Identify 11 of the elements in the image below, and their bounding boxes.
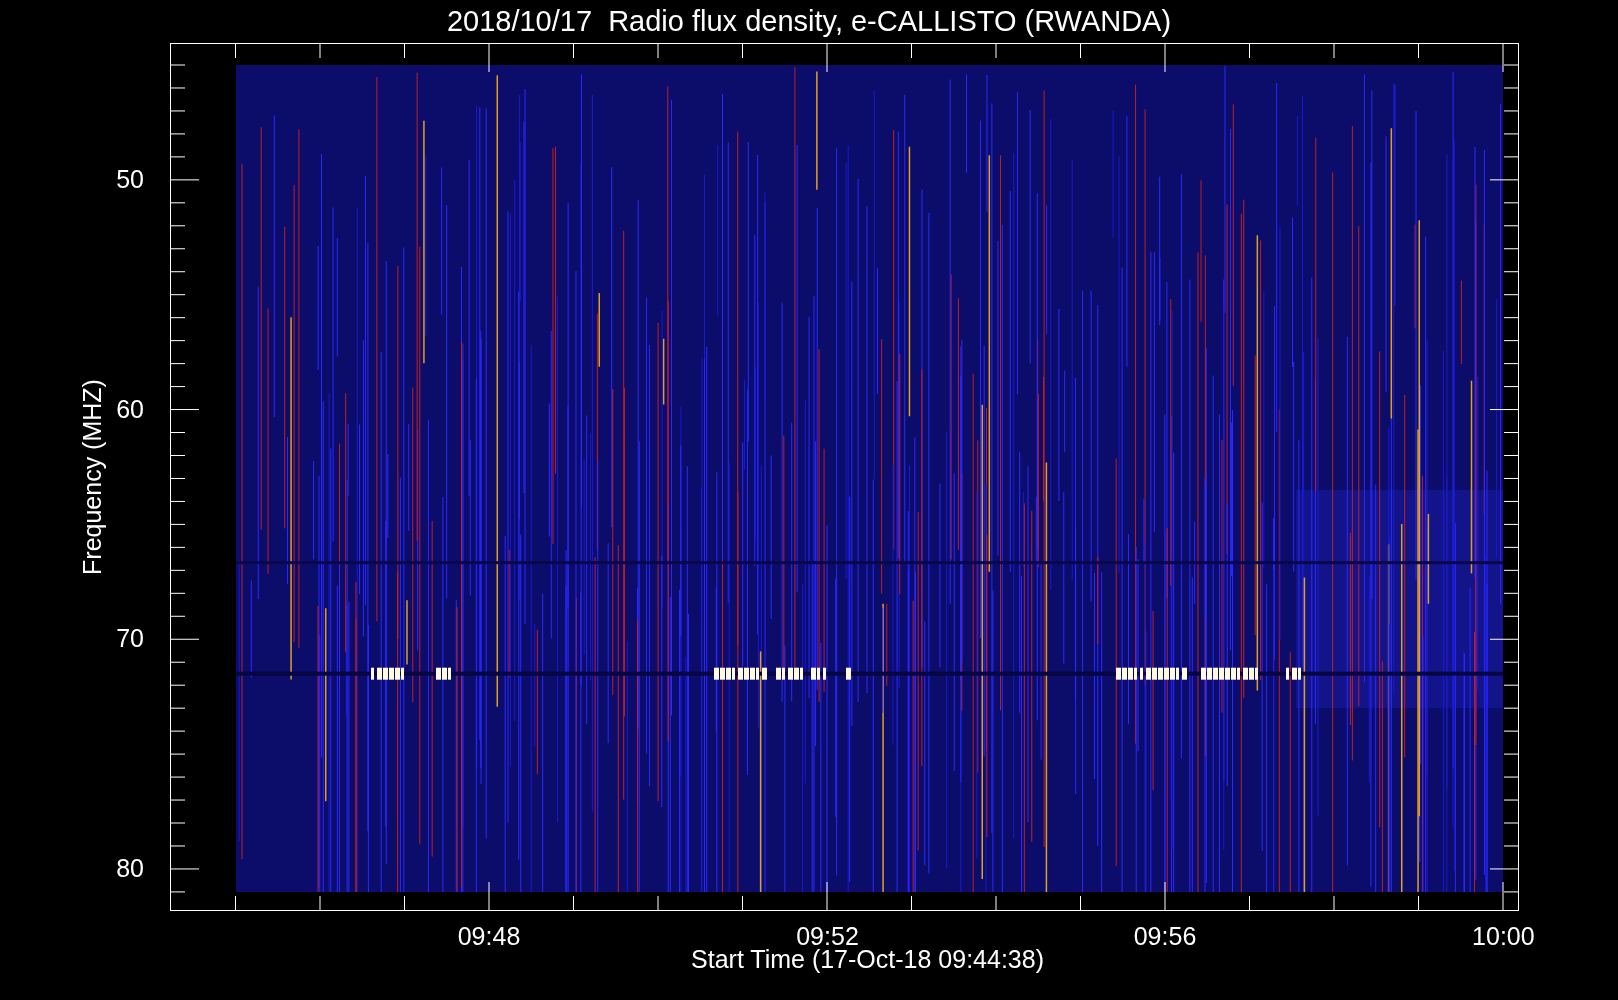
y-tick-label: 50: [116, 166, 144, 192]
x-axis-label: Start Time (17-Oct-18 09:44:38): [691, 947, 1044, 972]
chart-title: 2018/10/17 Radio flux density, e-CALLISTO (RWANDA): [446, 7, 1172, 36]
x-tick-label: 09:52: [796, 924, 859, 949]
y-axis-label: Frequency (MHZ): [79, 379, 105, 575]
x-tick-label: 09:48: [457, 924, 521, 949]
y-tick-label: 70: [116, 625, 144, 651]
y-tick-label: 60: [116, 396, 144, 422]
y-tick-label: 80: [116, 855, 144, 881]
x-tick-label: 10:00: [1472, 924, 1535, 949]
x-tick-label: 09:56: [1133, 924, 1197, 949]
